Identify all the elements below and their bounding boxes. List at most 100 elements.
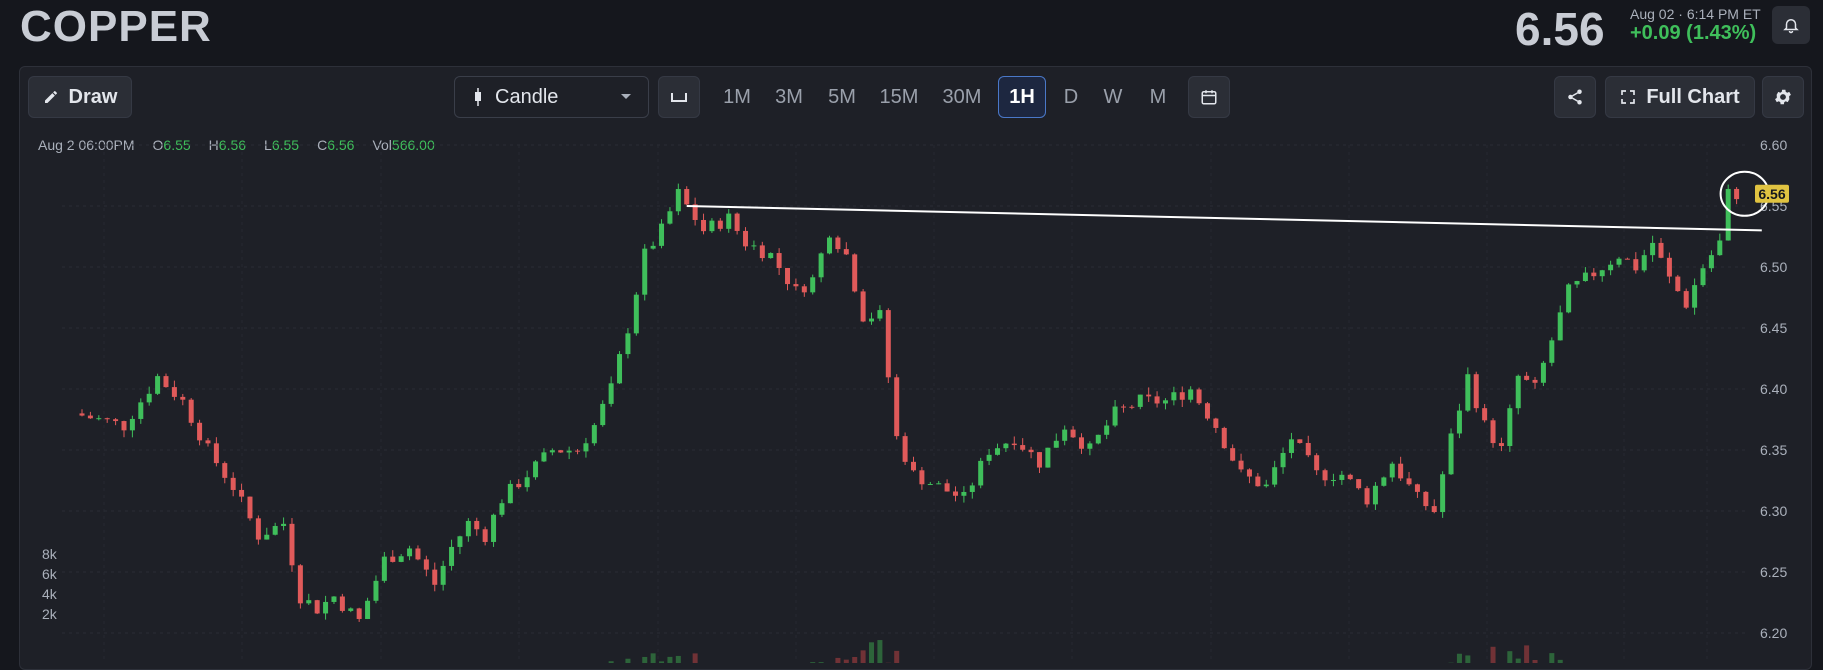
candle-body: [281, 524, 286, 526]
candle-body: [1054, 441, 1059, 448]
candle-body: [1003, 444, 1008, 449]
candle-body: [357, 608, 362, 619]
candle-body: [1432, 506, 1437, 512]
candle-body: [340, 596, 345, 610]
chart-type-select[interactable]: Candle: [454, 76, 649, 118]
timeframe-5m[interactable]: 5M: [818, 76, 866, 118]
candle-body: [852, 254, 857, 291]
candle-body: [1062, 430, 1067, 441]
candle-body: [105, 418, 110, 419]
candle-body: [457, 536, 462, 547]
symbol-title: COPPER: [20, 2, 212, 52]
volume-bar: [693, 653, 698, 663]
volume-bar: [659, 661, 664, 663]
candle-body: [1440, 474, 1445, 512]
timeframe-30m[interactable]: 30M: [934, 76, 990, 118]
pencil-icon: [43, 89, 59, 105]
timeframe-15m[interactable]: 15M: [871, 76, 927, 118]
candle-body: [1642, 255, 1647, 270]
candle-body: [1045, 448, 1050, 468]
candle-body: [205, 440, 210, 443]
candle-body: [1071, 430, 1076, 438]
candle-body: [1549, 340, 1554, 362]
candle-body: [684, 189, 689, 204]
volume-tick-label: 8k: [42, 546, 58, 562]
y-tick-label: 6.60: [1760, 137, 1787, 153]
y-tick-label: 6.45: [1760, 320, 1787, 336]
candle-body: [777, 253, 782, 268]
candle-body: [331, 596, 336, 601]
candle-body: [819, 253, 824, 277]
candle-body: [1348, 475, 1353, 479]
candle-body: [600, 404, 605, 425]
candle-body: [625, 333, 630, 354]
candle-body: [1171, 392, 1176, 400]
candle-body: [827, 238, 832, 254]
candle-body: [499, 503, 504, 515]
candle-body: [80, 413, 85, 415]
candle-body: [1146, 395, 1151, 397]
candle-body: [1079, 437, 1084, 448]
interval-range-button[interactable]: [658, 76, 700, 118]
candle-body: [617, 354, 622, 383]
settings-button[interactable]: [1762, 76, 1804, 118]
candle-body: [970, 485, 975, 492]
candle-body: [483, 529, 488, 542]
candle-body: [1331, 480, 1336, 481]
candle-body: [289, 524, 294, 565]
timeframe-d[interactable]: D: [1053, 76, 1089, 118]
draw-button[interactable]: Draw: [28, 76, 132, 118]
candle-body: [1608, 265, 1613, 271]
volume-bar: [667, 657, 672, 663]
trendline: [687, 206, 1762, 230]
volume-bar: [676, 656, 681, 663]
candle-body: [121, 421, 126, 430]
chart-type-label: Candle: [495, 86, 558, 109]
candle-body: [1247, 469, 1252, 476]
timeframe-3m[interactable]: 3M: [765, 76, 813, 118]
candle-body: [172, 387, 177, 397]
share-button[interactable]: [1554, 76, 1596, 118]
candle-body: [869, 319, 874, 322]
volume-bar: [651, 653, 656, 663]
alerts-button[interactable]: [1772, 6, 1810, 44]
last-price: 6.56: [1515, 2, 1605, 56]
price-chart[interactable]: 6.606.556.506.456.406.356.306.256.206.15…: [20, 127, 1811, 663]
candle-body: [180, 397, 185, 400]
candle-body: [466, 521, 471, 536]
volume-bar: [1516, 659, 1521, 663]
candle-body: [1675, 277, 1680, 292]
candle-body: [1239, 461, 1244, 470]
volume-bar: [1457, 654, 1462, 663]
date-picker-button[interactable]: [1188, 76, 1230, 118]
candle-body: [978, 461, 983, 486]
candle-body: [567, 451, 572, 453]
candle-body: [432, 570, 437, 585]
candle-body: [1020, 445, 1025, 450]
candle-body: [1516, 376, 1521, 408]
candle-body: [1617, 259, 1622, 265]
expand-icon: [1620, 89, 1636, 105]
full-chart-button[interactable]: Full Chart: [1605, 76, 1755, 118]
candle-body: [1163, 400, 1168, 403]
candle-body: [575, 451, 580, 452]
candle-body: [634, 295, 639, 334]
candle-body: [365, 601, 370, 619]
candle-icon: [471, 87, 485, 107]
candle-body: [491, 515, 496, 542]
timeframe-w[interactable]: W: [1095, 76, 1131, 118]
candle-body: [810, 277, 815, 292]
candle-body: [961, 492, 966, 496]
candle-body: [835, 238, 840, 250]
timeframe-1h[interactable]: 1H: [998, 76, 1046, 118]
volume-bar: [609, 661, 614, 663]
timeframe-1m[interactable]: 1M: [713, 76, 761, 118]
y-tick-label: 6.25: [1760, 564, 1787, 580]
candle-body: [903, 436, 908, 462]
candle-body: [1029, 450, 1034, 452]
candle-body: [1659, 243, 1664, 258]
timeframe-m[interactable]: M: [1138, 76, 1178, 118]
candle-body: [726, 214, 731, 229]
candle-body: [1281, 453, 1286, 467]
volume-bar: [894, 651, 899, 663]
